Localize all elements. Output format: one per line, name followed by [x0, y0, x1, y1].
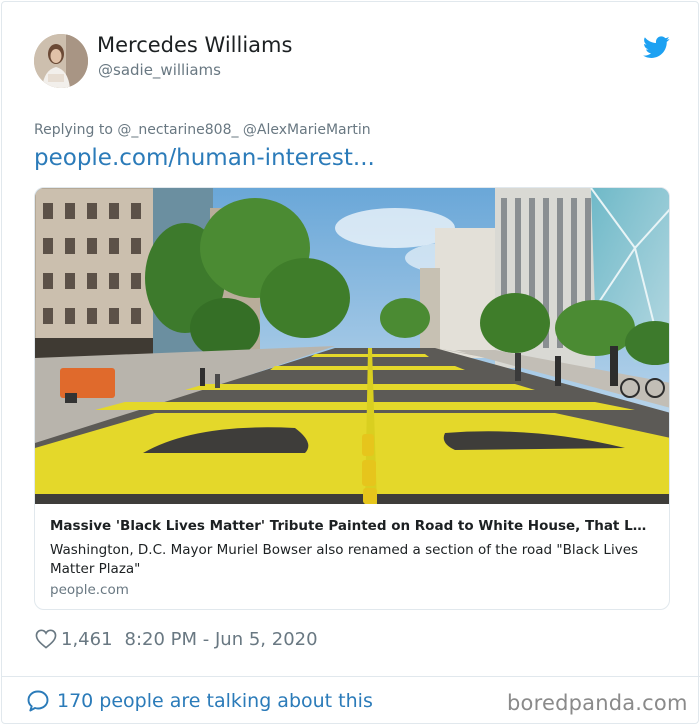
card-description: Washington, D.C. Mayor Muriel Bowser als…	[50, 542, 639, 577]
card-domain: people.com	[50, 582, 129, 598]
tweet-embed: Mercedes Williams @sadie_williams Replyi…	[1, 1, 700, 724]
author-handle[interactable]: @sadie_williams	[98, 61, 221, 79]
avatar[interactable]	[34, 34, 88, 88]
heart-icon[interactable]	[35, 629, 57, 649]
street-mural-photo	[35, 188, 669, 504]
author-name[interactable]: Mercedes Williams	[97, 33, 292, 57]
conversation-count[interactable]: 170 people are talking about this	[57, 690, 373, 712]
replying-to[interactable]: Replying to @_nectarine808_ @AlexMarieMa…	[34, 122, 371, 138]
avatar-photo	[34, 34, 88, 88]
tweet-meta: 1,461 8:20 PM - Jun 5, 2020	[35, 627, 318, 651]
link-preview-card[interactable]: Massive 'Black Lives Matter' Tribute Pai…	[34, 187, 670, 610]
card-title[interactable]: Massive 'Black Lives Matter' Tribute Pai…	[50, 518, 655, 534]
tweet-timestamp[interactable]: 8:20 PM - Jun 5, 2020	[125, 629, 318, 650]
divider	[2, 676, 700, 677]
speech-bubble-icon	[27, 690, 49, 712]
twitter-bird-icon[interactable]	[643, 36, 670, 59]
watermark: boredpanda.com	[507, 691, 688, 715]
conversation-link[interactable]: 170 people are talking about this	[26, 689, 373, 713]
tweet-link[interactable]: people.com/human-interest...	[34, 145, 375, 171]
like-count[interactable]: 1,461	[61, 629, 113, 650]
